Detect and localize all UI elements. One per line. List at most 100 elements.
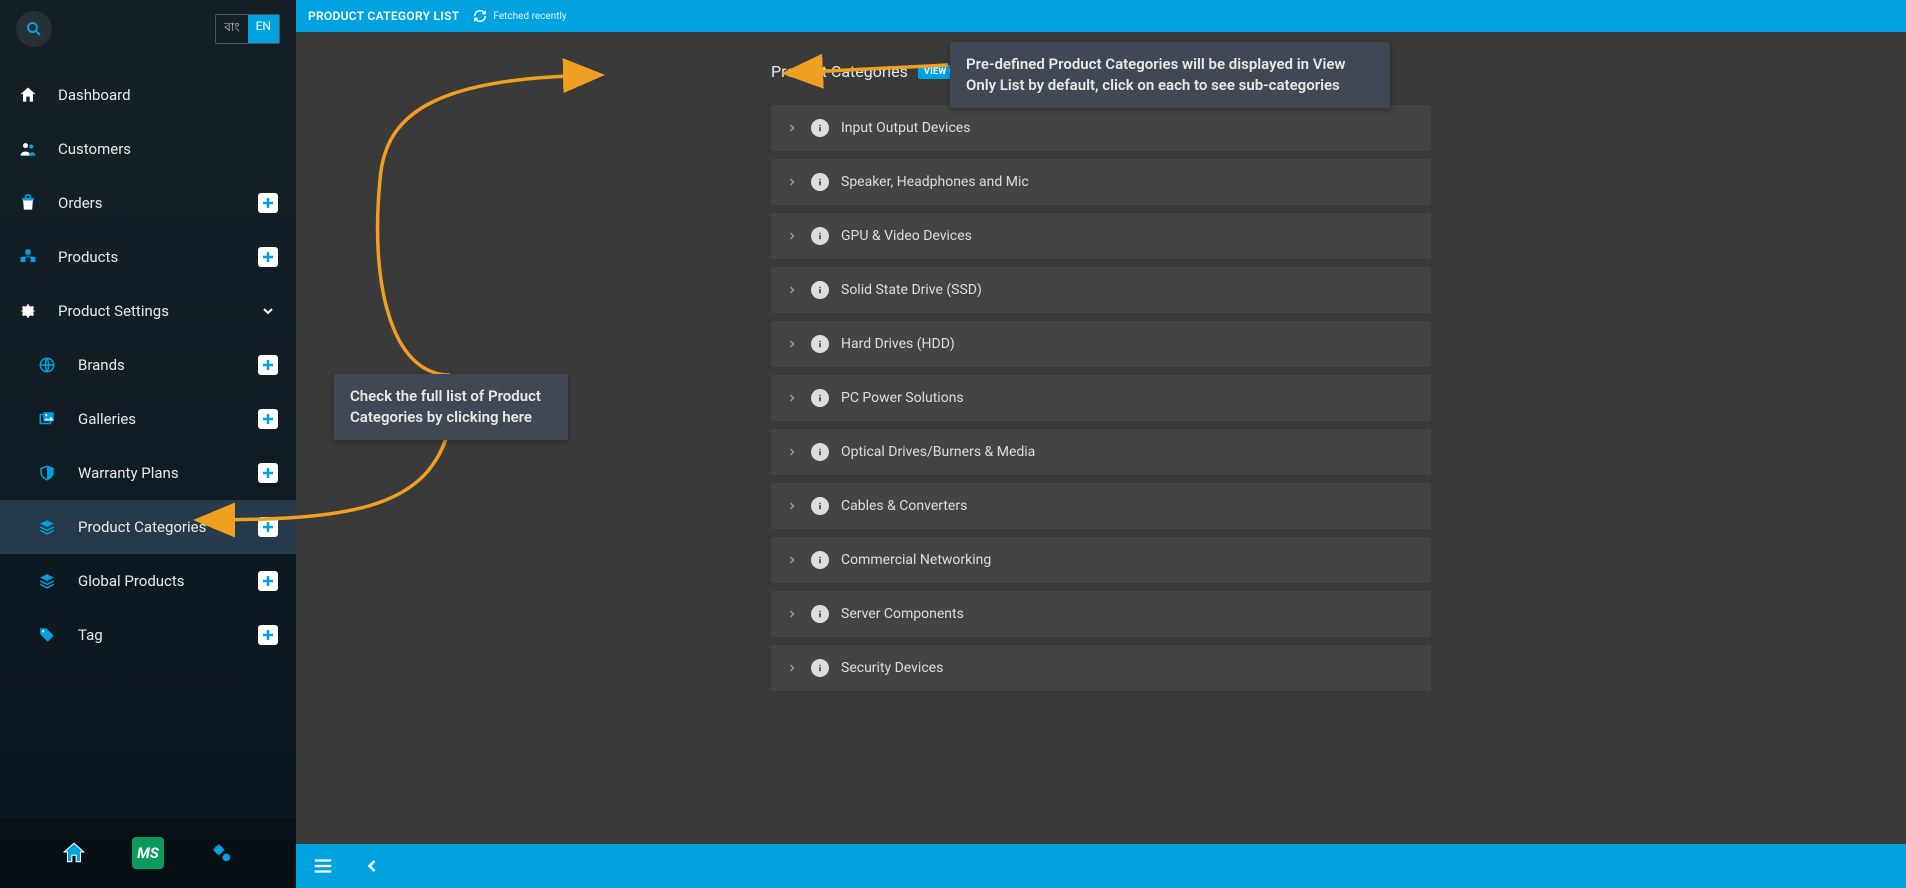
chevron-right-icon [785, 500, 799, 512]
sidebar-item-dashboard[interactable]: Dashboard [0, 68, 296, 122]
info-icon[interactable] [811, 497, 829, 515]
category-item[interactable]: Server Components [771, 591, 1431, 637]
page-title: PRODUCT CATEGORY LIST [308, 9, 459, 23]
add-order-button[interactable] [258, 193, 278, 213]
category-name: Security Devices [841, 660, 943, 676]
chevron-right-icon [785, 662, 799, 674]
chevron-right-icon [785, 338, 799, 350]
add-category-button[interactable] [258, 517, 278, 537]
layers-icon [38, 518, 66, 536]
category-name: Input Output Devices [841, 120, 970, 136]
heading-text: Product Categories [771, 62, 908, 81]
sidebar-subitem-global-products[interactable]: Global Products [0, 554, 296, 608]
users-icon [18, 139, 46, 159]
category-item[interactable]: GPU & Video Devices [771, 213, 1431, 259]
sidebar-subitem-product-categories[interactable]: Product Categories [0, 500, 296, 554]
category-item[interactable]: Input Output Devices [771, 105, 1431, 151]
category-item[interactable]: PC Power Solutions [771, 375, 1431, 421]
sidebar-item-orders[interactable]: Orders [0, 176, 296, 230]
sidebar-item-customers[interactable]: Customers [0, 122, 296, 176]
topbar: PRODUCT CATEGORY LIST Fetched recently [296, 0, 1906, 32]
sidebar-item-label: Customers [58, 140, 278, 158]
chevron-right-icon [785, 446, 799, 458]
ms-badge[interactable]: MS [132, 837, 164, 869]
sidebar-subitem-label: Brands [78, 356, 258, 374]
tag-icon [38, 626, 66, 644]
sidebar-subitem-label: Product Categories [78, 518, 258, 536]
info-icon[interactable] [811, 605, 829, 623]
sidebar-nav: Dashboard Customers Orders Products Prod… [0, 58, 296, 818]
home-icon [18, 85, 46, 105]
category-item[interactable]: Solid State Drive (SSD) [771, 267, 1431, 313]
sidebar-subitem-tag[interactable]: Tag [0, 608, 296, 662]
sidebar-top: বাং EN [0, 0, 296, 58]
category-item[interactable]: Hard Drives (HDD) [771, 321, 1431, 367]
add-gallery-button[interactable] [258, 409, 278, 429]
sidebar-subitem-label: Warranty Plans [78, 464, 258, 482]
settings-button[interactable] [208, 839, 236, 867]
lang-en[interactable]: EN [248, 15, 279, 43]
search-button[interactable] [16, 11, 52, 47]
chevron-right-icon [785, 392, 799, 404]
chevron-right-icon [785, 176, 799, 188]
category-list: Input Output Devices Speaker, Headphones… [771, 105, 1431, 691]
chevron-right-icon [785, 284, 799, 296]
sidebar-subitem-label: Galleries [78, 410, 258, 428]
category-item[interactable]: Commercial Networking [771, 537, 1431, 583]
refresh-button[interactable]: Fetched recently [473, 9, 566, 23]
sidebar-subitem-label: Global Products [78, 572, 258, 590]
gear-icon [18, 301, 46, 321]
content: Product Categories VIEW ONLY Input Outpu… [296, 32, 1906, 844]
sidebar-item-label: Product Settings [58, 302, 258, 320]
category-name: Optical Drives/Burners & Media [841, 444, 1035, 460]
sidebar-item-label: Products [58, 248, 258, 266]
chevron-right-icon [785, 554, 799, 566]
info-icon[interactable] [811, 659, 829, 677]
sidebar-item-products[interactable]: Products [0, 230, 296, 284]
category-name: Server Components [841, 606, 964, 622]
sidebar-subitem-brands[interactable]: Brands [0, 338, 296, 392]
annotation-left: Check the full list of Product Categorie… [334, 374, 568, 440]
menu-button[interactable] [312, 855, 334, 877]
info-icon[interactable] [811, 173, 829, 191]
annotation-right: Pre-defined Product Categories will be d… [950, 42, 1390, 108]
add-tag-button[interactable] [258, 625, 278, 645]
globe-icon [38, 356, 66, 374]
category-item[interactable]: Optical Drives/Burners & Media [771, 429, 1431, 475]
bag-icon [18, 193, 46, 213]
sidebar-subitem-galleries[interactable]: Galleries [0, 392, 296, 446]
chevron-right-icon [785, 608, 799, 620]
add-global-product-button[interactable] [258, 571, 278, 591]
chevron-down-icon [258, 301, 278, 321]
category-item[interactable]: Speaker, Headphones and Mic [771, 159, 1431, 205]
home-button[interactable] [60, 839, 88, 867]
chevron-left-icon [362, 856, 382, 876]
sidebar-item-product-settings[interactable]: Product Settings [0, 284, 296, 338]
sidebar-subitem-label: Tag [78, 626, 258, 644]
layers-icon [38, 572, 66, 590]
add-product-button[interactable] [258, 247, 278, 267]
lang-bn[interactable]: বাং [216, 15, 247, 43]
sidebar: বাং EN Dashboard Customers Orders Produc… [0, 0, 296, 888]
hamburger-icon [312, 855, 334, 877]
shield-icon [38, 464, 66, 482]
info-icon[interactable] [811, 443, 829, 461]
search-icon [25, 20, 43, 38]
info-icon[interactable] [811, 551, 829, 569]
category-name: Solid State Drive (SSD) [841, 282, 982, 298]
sidebar-subitem-warranty-plans[interactable]: Warranty Plans [0, 446, 296, 500]
category-name: PC Power Solutions [841, 390, 964, 406]
info-icon[interactable] [811, 389, 829, 407]
category-item[interactable]: Security Devices [771, 645, 1431, 691]
category-item[interactable]: Cables & Converters [771, 483, 1431, 529]
language-toggle[interactable]: বাং EN [215, 14, 280, 44]
sidebar-item-label: Dashboard [58, 86, 278, 104]
info-icon[interactable] [811, 281, 829, 299]
info-icon[interactable] [811, 119, 829, 137]
add-brand-button[interactable] [258, 355, 278, 375]
back-button[interactable] [362, 856, 382, 876]
info-icon[interactable] [811, 227, 829, 245]
add-warranty-button[interactable] [258, 463, 278, 483]
info-icon[interactable] [811, 335, 829, 353]
category-name: Cables & Converters [841, 498, 967, 514]
